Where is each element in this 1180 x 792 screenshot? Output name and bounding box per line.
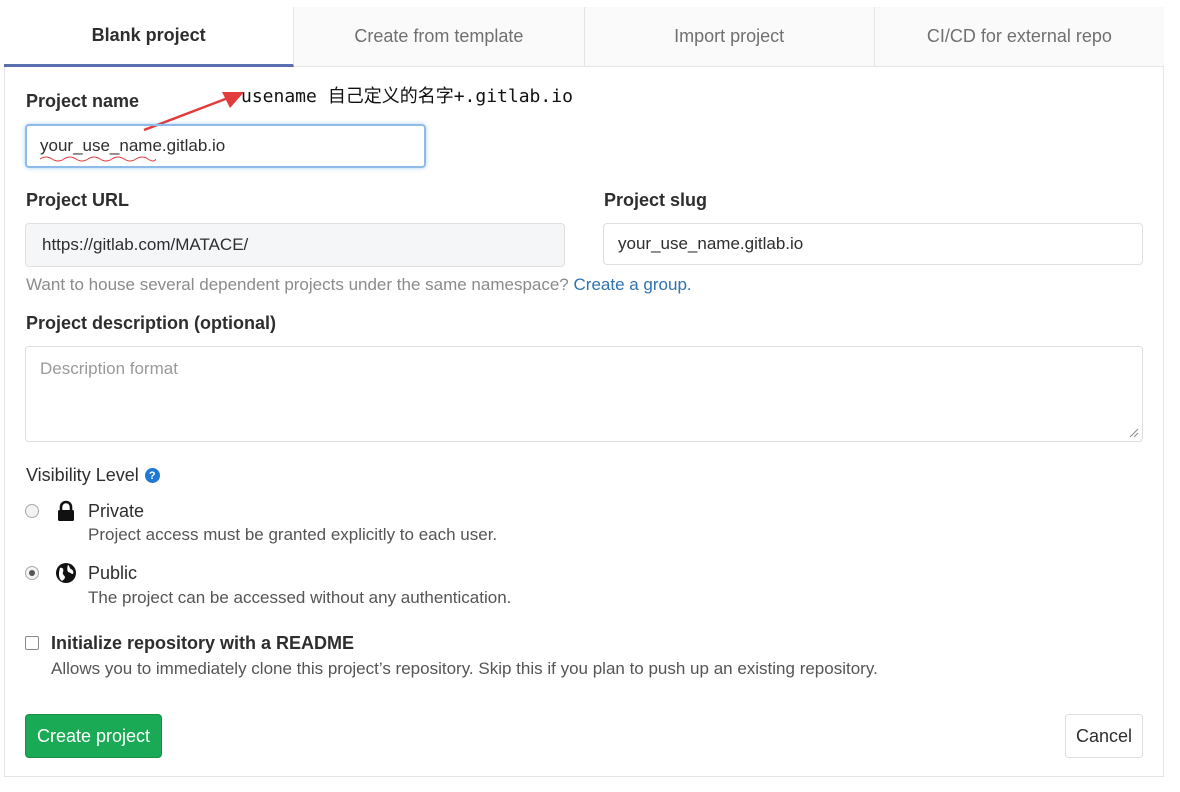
description-placeholder: Description format [40, 359, 178, 378]
project-description-label: Project description (optional) [26, 313, 277, 333]
visibility-level-label: Visibility Level [26, 465, 139, 485]
project-url-label: Project URL [26, 190, 130, 210]
resize-handle-icon[interactable] [1129, 428, 1139, 438]
visibility-public-title: Public [88, 563, 138, 583]
project-name-label: Project name [26, 91, 140, 111]
visibility-private-radio[interactable] [25, 504, 39, 518]
spellcheck-underline [40, 156, 156, 162]
initialize-readme-label[interactable]: Initialize repository with a README [51, 633, 354, 654]
visibility-private-description: Project access must be granted explicitl… [88, 525, 498, 544]
annotation-note: usename 自己定义的名字+.gitlab.io [241, 86, 573, 107]
create-group-link[interactable]: Create a group. [574, 275, 692, 294]
globe-icon [56, 563, 76, 583]
project-name-value: your_use_name.gitlab.io [40, 136, 226, 155]
namespace-help-message: Want to house several dependent projects… [26, 275, 569, 294]
initialize-readme-description: Allows you to immediately clone this pro… [51, 659, 878, 678]
project-url-field[interactable]: https://gitlab.com/MATACE/ [25, 223, 565, 267]
visibility-level-heading: Visibility Level ? [26, 465, 160, 486]
tab-create-from-template[interactable]: Create from template [294, 7, 585, 67]
tab-ci-cd-external-repo[interactable]: CI/CD for external repo [874, 7, 1164, 67]
initialize-readme-checkbox[interactable] [25, 636, 39, 650]
lock-icon [58, 500, 74, 521]
project-slug-input[interactable]: your_use_name.gitlab.io [603, 223, 1143, 265]
project-url-value: https://gitlab.com/MATACE/ [42, 235, 249, 254]
create-project-button[interactable]: Create project [25, 714, 162, 758]
tab-import-project[interactable]: Import project [584, 7, 875, 67]
project-slug-label: Project slug [604, 190, 708, 210]
visibility-private-title: Private [88, 501, 145, 521]
question-circle-icon[interactable]: ? [144, 468, 160, 483]
namespace-help-text: Want to house several dependent projects… [26, 275, 692, 295]
project-description-textarea[interactable]: Description format [25, 346, 1143, 442]
project-type-tabs: Blank project Create from template Impor… [4, 7, 1164, 67]
visibility-public-radio[interactable] [25, 566, 39, 580]
project-slug-value: your_use_name.gitlab.io [618, 234, 804, 253]
visibility-public-description: The project can be accessed without any … [88, 588, 512, 607]
cancel-button[interactable]: Cancel [1065, 714, 1143, 758]
tab-blank-project[interactable]: Blank project [4, 7, 295, 67]
